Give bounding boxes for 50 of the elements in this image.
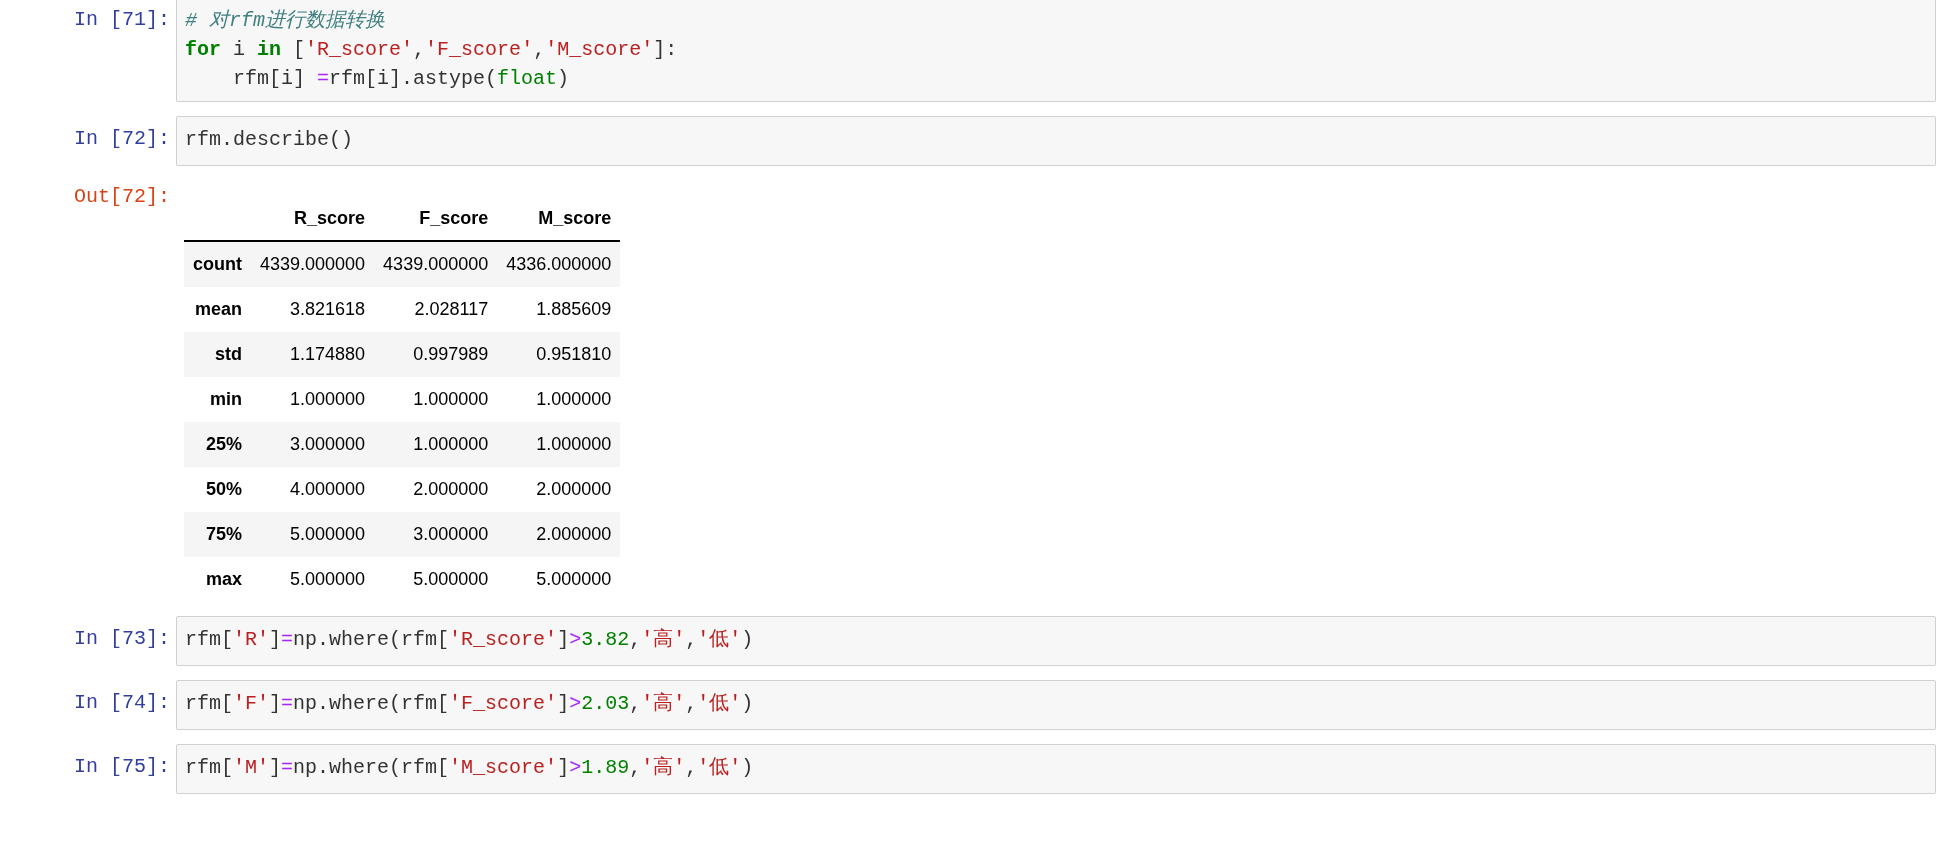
code-cell[interactable]: # 对rfm进行数据转换 for i in ['R_score','F_score','M_score']: rfm[i] =rfm[i].astype(float) — [176, 0, 1936, 102]
table-cell: 1.174880 — [251, 332, 375, 377]
row-header: max — [184, 557, 251, 602]
code-cell[interactable]: rfm.describe() — [176, 116, 1936, 166]
table-cell: 4.000000 — [251, 467, 375, 512]
table-cell: 1.885609 — [497, 287, 621, 332]
code-line: rfm['F']=np.where(rfm['F_score']>2.03,'高','低') — [185, 691, 755, 717]
table-cell: 1.000000 — [497, 377, 621, 422]
table-cell: 0.951810 — [497, 332, 621, 377]
table-cell: 1.000000 — [251, 377, 375, 422]
output-prompt: Out[72]: — [73, 184, 171, 208]
table-cell: 0.997989 — [374, 332, 498, 377]
table-cell: 3.000000 — [374, 512, 498, 557]
table-cell: 5.000000 — [497, 557, 621, 602]
input-prompt: In [73]: — [73, 626, 171, 650]
code-cell[interactable]: rfm['M']=np.where(rfm['M_score']>1.89,'高','低') — [176, 744, 1936, 794]
code-line: for i in ['R_score','F_score','M_score']: — [185, 37, 679, 63]
table-cell: 5.000000 — [251, 557, 375, 602]
table-cell: 5.000000 — [374, 557, 498, 602]
code-line: rfm['R']=np.where(rfm['R_score']>3.82,'高','低') — [185, 627, 755, 653]
input-prompt: In [71]: — [73, 7, 171, 31]
row-header: 25% — [184, 422, 251, 467]
code-line: rfm.describe() — [185, 127, 355, 153]
input-prompt: In [74]: — [73, 690, 171, 714]
code-line: rfm[i] =rfm[i].astype(float) — [232, 66, 571, 92]
row-header: min — [184, 377, 251, 422]
code-cell[interactable]: rfm['F']=np.where(rfm['F_score']>2.03,'高','低') — [176, 680, 1936, 730]
table-cell: 5.000000 — [251, 512, 375, 557]
row-header: 75% — [184, 512, 251, 557]
code-line: rfm['M']=np.where(rfm['M_score']>1.89,'高','低') — [185, 755, 755, 781]
table-cell: 1.000000 — [374, 422, 498, 467]
table-cell: 2.000000 — [497, 512, 621, 557]
input-prompt: In [72]: — [73, 126, 171, 150]
table-cell: 3.821618 — [251, 287, 375, 332]
table-cell: 4336.000000 — [497, 241, 621, 287]
code-cell[interactable]: rfm['R']=np.where(rfm['R_score']>3.82,'高','低') — [176, 616, 1936, 666]
input-prompt: In [75]: — [73, 754, 171, 778]
table-cell: 2.000000 — [374, 467, 498, 512]
row-header: mean — [184, 287, 251, 332]
row-header: std — [184, 332, 251, 377]
table-cell: 4339.000000 — [374, 241, 498, 287]
table-cell: 4339.000000 — [251, 241, 375, 287]
table-cell: 2.000000 — [497, 467, 621, 512]
table-cell: 2.028117 — [374, 287, 498, 332]
row-header: count — [184, 241, 251, 287]
table-cell: 3.000000 — [251, 422, 375, 467]
row-header: 50% — [184, 467, 251, 512]
table-cell: 1.000000 — [374, 377, 498, 422]
code-line: # 对rfm进行数据转换 — [185, 8, 386, 34]
table-cell: 1.000000 — [497, 422, 621, 467]
